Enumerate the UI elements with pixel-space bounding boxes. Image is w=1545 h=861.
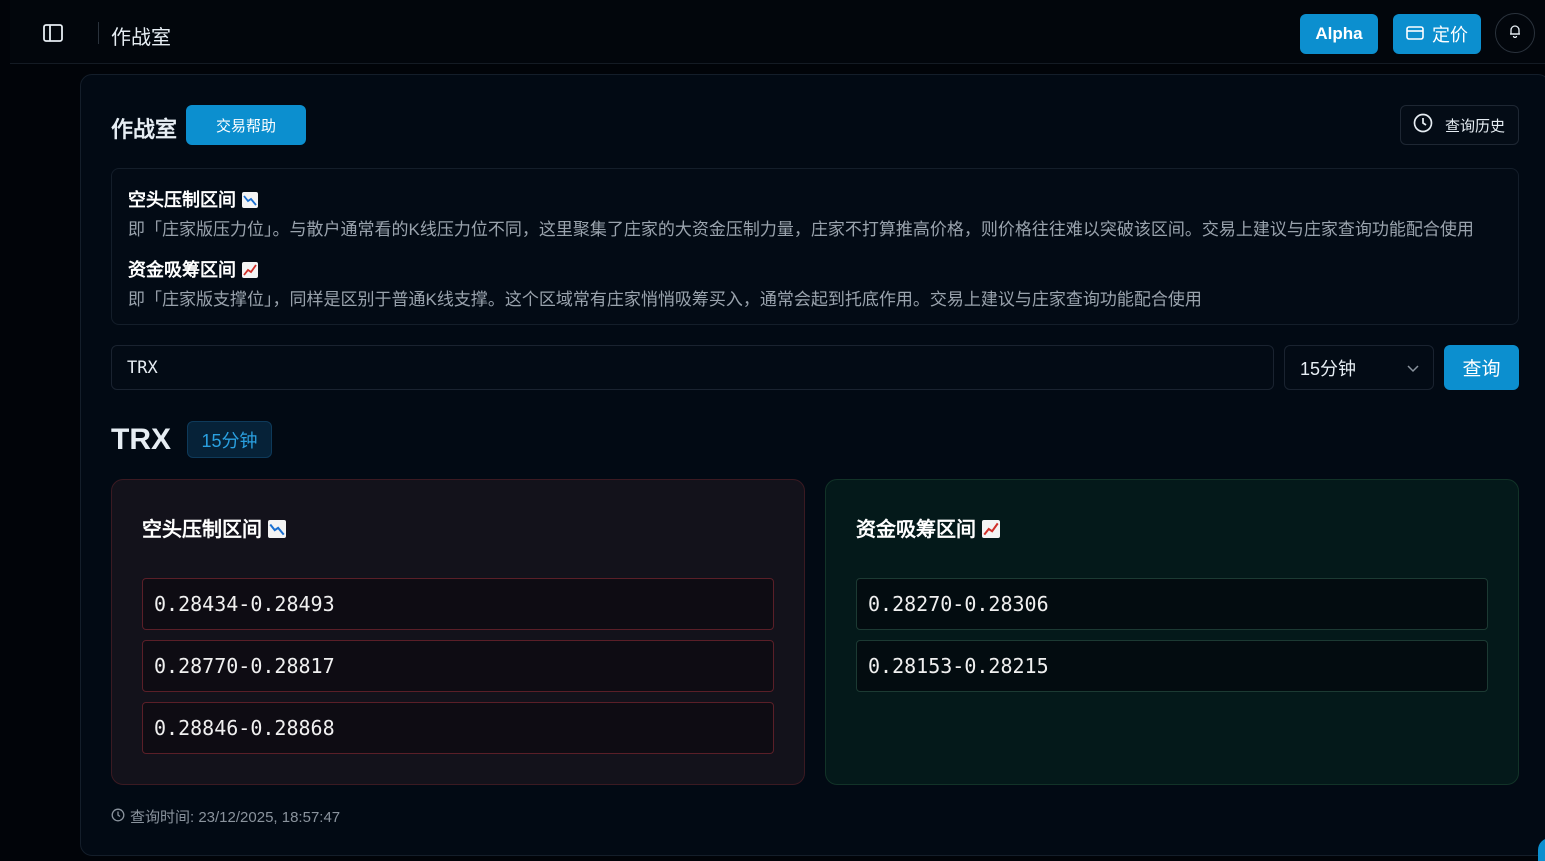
interval-select[interactable]: 15分钟 bbox=[1284, 345, 1434, 390]
sidebar-toggle-icon[interactable] bbox=[42, 22, 64, 44]
short-info-desc: 即「庄家版压力位」。与散户通常看的K线压力位不同，这里聚集了庄家的大资金压制力量… bbox=[128, 220, 1474, 239]
long-panel-title: 资金吸筹区间 bbox=[856, 513, 1000, 542]
notifications-button[interactable] bbox=[1495, 13, 1535, 53]
pricing-label: 定价 bbox=[1432, 25, 1468, 45]
chart-increasing-icon bbox=[982, 520, 1000, 538]
long-range-item: 0.28153-0.28215 bbox=[856, 640, 1488, 692]
clock-icon bbox=[1413, 113, 1433, 137]
accumulation-panel: 资金吸筹区间 0.28270-0.28306 0.28153-0.28215 bbox=[825, 479, 1519, 785]
top-bar: 作战室 Alpha 定价 bbox=[10, 0, 1545, 64]
long-range-item: 0.28270-0.28306 bbox=[856, 578, 1488, 630]
short-range-item: 0.28846-0.28868 bbox=[142, 702, 774, 754]
query-history-button[interactable]: 查询历史 bbox=[1400, 105, 1519, 145]
pricing-button[interactable]: 定价 bbox=[1393, 14, 1481, 54]
short-range-item: 0.28434-0.28493 bbox=[142, 578, 774, 630]
short-info-title: 空头压制区间 bbox=[128, 186, 258, 212]
bell-icon bbox=[1508, 24, 1522, 43]
info-box: 空头压制区间 即「庄家版压力位」。与散户通常看的K线压力位不同，这里聚集了庄家的… bbox=[111, 168, 1519, 325]
long-info-desc: 即「庄家版支撑位」，同样是区别于普通K线支撑。这个区域常有庄家悄悄吸筹买入，通常… bbox=[128, 290, 1202, 309]
divider bbox=[98, 22, 99, 44]
trade-help-button[interactable]: 交易帮助 bbox=[186, 105, 306, 145]
card-icon bbox=[1406, 24, 1424, 45]
chevron-down-icon bbox=[1407, 357, 1419, 378]
query-button[interactable]: 查询 bbox=[1444, 345, 1519, 390]
query-history-label: 查询历史 bbox=[1445, 117, 1506, 135]
result-symbol: TRX bbox=[111, 423, 171, 456]
query-time-text: 查询时间: 23/12/2025, 18:57:47 bbox=[130, 809, 341, 826]
short-panel-title: 空头压制区间 bbox=[142, 513, 286, 542]
short-range-item: 0.28770-0.28817 bbox=[142, 640, 774, 692]
long-info-title: 资金吸筹区间 bbox=[128, 256, 258, 282]
short-pressure-panel: 空头压制区间 0.28434-0.28493 0.28770-0.28817 0… bbox=[111, 479, 805, 785]
interval-badge: 15分钟 bbox=[187, 421, 272, 458]
clock-icon bbox=[111, 808, 125, 826]
chart-decreasing-icon bbox=[242, 192, 258, 208]
interval-value: 15分钟 bbox=[1300, 358, 1357, 379]
chart-increasing-icon bbox=[242, 262, 258, 278]
symbol-input[interactable] bbox=[111, 345, 1274, 390]
chart-decreasing-icon bbox=[268, 520, 286, 538]
alpha-button[interactable]: Alpha bbox=[1300, 14, 1378, 54]
page-title: 作战室 bbox=[111, 117, 178, 142]
query-time: 查询时间: 23/12/2025, 18:57:47 bbox=[111, 806, 340, 827]
top-title: 作战室 bbox=[111, 27, 171, 49]
